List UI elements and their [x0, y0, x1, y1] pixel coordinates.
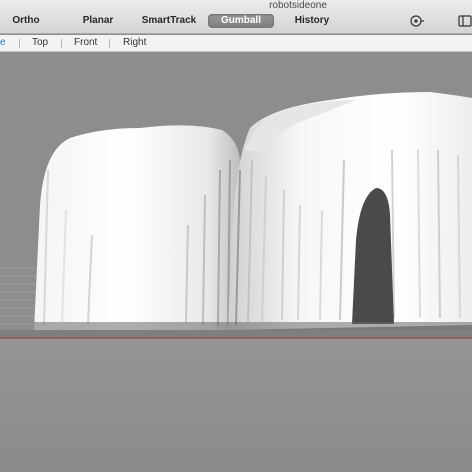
- mesh-base-shadow: [34, 322, 472, 330]
- tab-top[interactable]: Top: [32, 35, 48, 51]
- viewport-tabs: e Top Front Right: [0, 35, 472, 52]
- window-titlebar: robotsideone Ortho Planar SmartTrack Gum…: [0, 0, 472, 34]
- tab-perspective[interactable]: e: [0, 35, 6, 51]
- panel-toggle-icon[interactable]: [458, 14, 472, 28]
- tab-separator: [19, 39, 20, 48]
- osnap-toolbar: Ortho Planar SmartTrack Gumball History: [0, 14, 472, 30]
- tab-separator: [109, 39, 110, 48]
- toolbar-ortho-button[interactable]: Ortho: [6, 14, 46, 28]
- ground-plane-edge: [0, 330, 472, 338]
- viewport-canvas[interactable]: [0, 52, 472, 472]
- toolbar-planar-button[interactable]: Planar: [78, 14, 118, 28]
- toolbar-gumball-button[interactable]: Gumball: [208, 14, 274, 28]
- window-title: robotsideone: [0, 0, 472, 11]
- tab-front[interactable]: Front: [74, 35, 97, 51]
- ground-plane: [0, 339, 472, 472]
- record-history-icon[interactable]: [410, 14, 424, 28]
- tab-separator: [61, 39, 62, 48]
- tab-right[interactable]: Right: [123, 35, 146, 51]
- toolbar-smarttrack-button[interactable]: SmartTrack: [140, 14, 198, 28]
- perspective-viewport[interactable]: [0, 52, 472, 472]
- window-title-text: robotsideone: [269, 0, 327, 11]
- toolbar-history-button[interactable]: History: [292, 14, 332, 28]
